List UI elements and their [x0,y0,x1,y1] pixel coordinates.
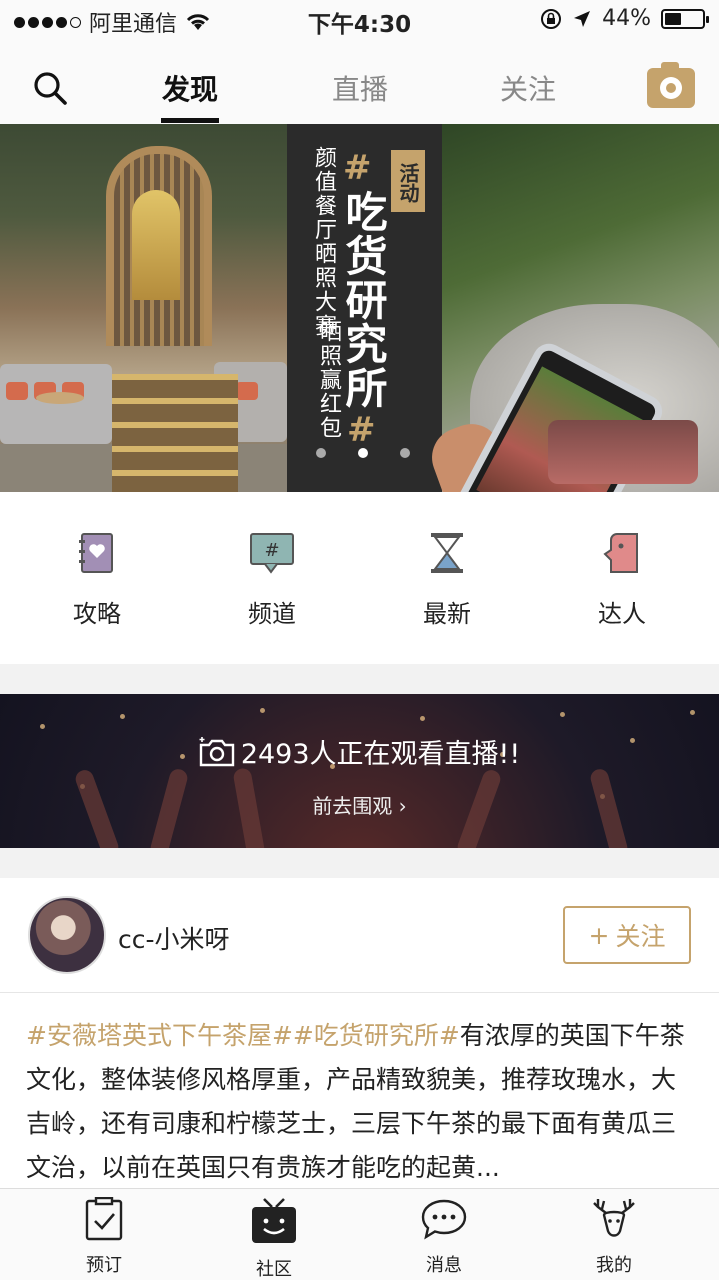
quick-link-label: 频道 [248,600,296,628]
tab-live[interactable]: 直播 [300,68,420,108]
divider [0,992,719,993]
banner-tag: 活动 [391,150,425,212]
lit-stairs [112,374,238,492]
quick-link-channel[interactable]: # 频道 [212,532,332,629]
guide-book-icon [79,533,113,573]
avatar[interactable] [28,896,106,974]
quick-link-guide[interactable]: 攻略 [37,532,157,629]
steak-dish [548,420,698,484]
cushion [236,382,258,400]
post-hashtags[interactable]: #安薇塔英式下午茶屋##吃货研究所# [26,1021,460,1050]
svg-text:#: # [264,540,279,561]
tab-following[interactable]: 关注 [468,68,588,108]
follow-button[interactable]: + 关注 [563,906,691,964]
status-right: 44% [540,6,709,31]
pager-dot[interactable] [400,448,410,458]
pager-dot-active[interactable] [358,448,368,458]
banner-hash-top: # [343,148,372,188]
tab-community[interactable]: 社区 [224,1197,324,1280]
location-arrow-icon [574,10,591,27]
tab-label: 我的 [596,1255,632,1276]
tab-label: 社区 [256,1259,292,1280]
pager-dot[interactable] [316,448,326,458]
tab-booking[interactable]: 预订 [54,1196,154,1277]
quick-links: 攻略 # 频道 最新 达人 [0,492,719,664]
expert-head-icon [603,533,638,573]
live-cta[interactable]: 前去围观 › [0,790,719,819]
quick-link-label: 最新 [423,600,471,628]
banner-text-panel: 颜值餐厅晒照大赛 # 吃货研究所 # 活动 [287,124,442,492]
chevron-right-icon: › [398,794,407,818]
live-viewer-count: 2493人正在观看直播!! [0,732,719,771]
hourglass-icon [431,533,463,573]
post-body[interactable]: #安薇塔英式下午茶屋##吃货研究所#有浓厚的英国下午茶文化，整体装修风格厚重，产… [26,1014,696,1190]
banner-subtitle-1: 颜值餐厅晒照大赛 [311,146,336,338]
follow-label: 关注 [615,922,666,951]
cushion [6,382,28,400]
banner-title: 吃货研究所 [339,190,388,410]
banner-subtitle-2: 晒照赢红包 [316,320,341,440]
bottom-tab-bar: 预订 社区 消息 我的 [0,1188,719,1280]
quick-link-expert[interactable]: 达人 [562,532,682,629]
coffee-table [36,392,84,404]
plus-icon: + [588,920,610,950]
tab-label: 预订 [86,1255,122,1276]
live-camera-icon [199,736,235,766]
chat-bubble-icon [421,1199,467,1240]
banner-hash-bottom: # [347,410,376,450]
battery-percent: 44% [602,6,651,31]
status-bar: 阿里通信 下午4:30 44% [0,0,719,40]
quick-link-label: 攻略 [73,600,121,628]
deer-antler-icon [593,1199,635,1237]
promo-banner[interactable]: 颜值餐厅晒照大赛 # 吃货研究所 # 活动 晒照赢红包 [0,124,719,492]
tv-smile-icon [252,1198,296,1243]
channel-hash-icon: # [250,533,294,574]
post-username[interactable]: cc-小米呀 [118,920,230,956]
orientation-lock-icon [541,8,562,29]
tab-mine[interactable]: 我的 [564,1197,664,1277]
tab-messages[interactable]: 消息 [394,1197,494,1277]
active-tab-indicator [161,118,219,123]
live-banner[interactable]: 2493人正在观看直播!! 前去围观 › [0,694,719,848]
tab-label: 消息 [426,1255,462,1276]
live-cta-label: 前去围观 [312,794,393,818]
quick-link-latest[interactable]: 最新 [387,532,507,629]
search-icon[interactable] [32,70,68,106]
quick-link-label: 达人 [598,600,646,628]
arch-light [132,190,180,300]
live-count-text: 2493人正在观看直播!! [240,739,521,770]
battery-icon [661,8,709,29]
sofa-left [0,364,112,444]
banner-pager [316,448,410,458]
feed-post: cc-小米呀 + 关注 #安薇塔英式下午茶屋##吃货研究所#有浓厚的英国下午茶文… [0,878,719,1188]
tab-discover[interactable]: 发现 [130,68,250,108]
clipboard-check-icon [85,1196,123,1241]
camera-icon[interactable] [647,62,695,108]
top-nav: 发现 直播 关注 [0,40,719,124]
